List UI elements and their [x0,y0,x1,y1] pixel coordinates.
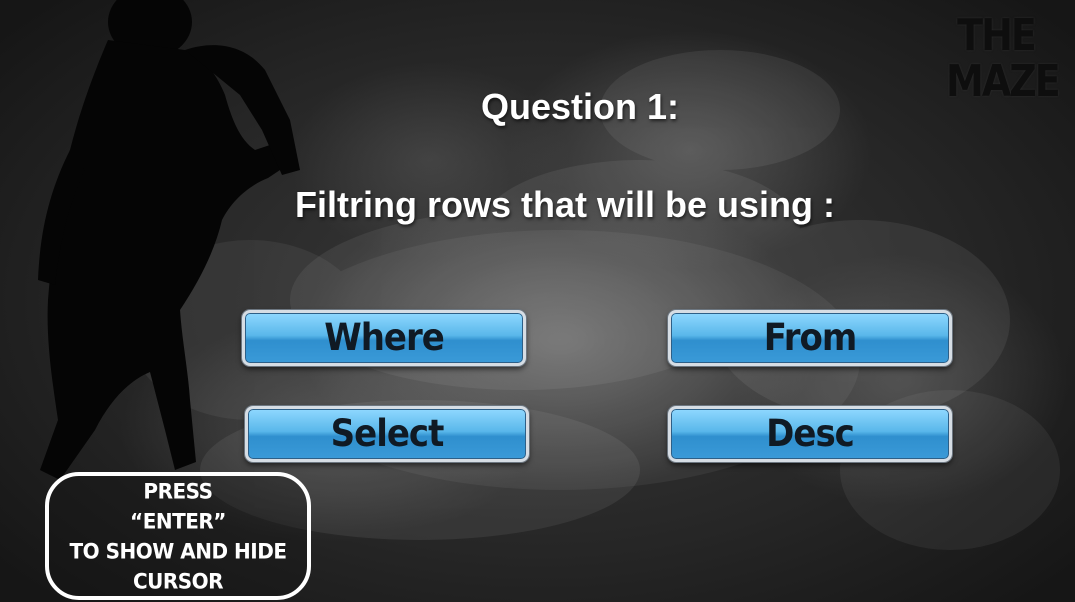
question-text: Filtring rows that will be using : [295,184,835,225]
answer-label: From [763,316,858,360]
answer-label: Where [324,316,445,360]
answer-button-where[interactable]: Where [242,310,526,366]
hint-line-3: TO SHOW AND HIDE [69,538,288,564]
answer-label: Select [330,412,445,456]
question-title: Question 1: [480,86,680,127]
hint-line-1: PRESS [143,478,213,504]
answer-button-select[interactable]: Select [245,406,529,462]
hint-line-2: “ENTER” [130,508,226,534]
game-background: THE MAZE Question 1: Filtring rows that … [0,0,1075,602]
the-maze-logo: THE MAZE [946,9,1061,107]
logo-line-1: THE [957,9,1037,61]
answer-label: Desc [766,412,855,456]
hint-line-4: CURSOR [132,568,224,594]
cursor-hint-box: PRESS “ENTER” TO SHOW AND HIDE CURSOR [45,472,311,600]
answer-button-desc[interactable]: Desc [668,406,952,462]
logo-line-2: MAZE [946,55,1061,107]
answer-button-from[interactable]: From [668,310,952,366]
